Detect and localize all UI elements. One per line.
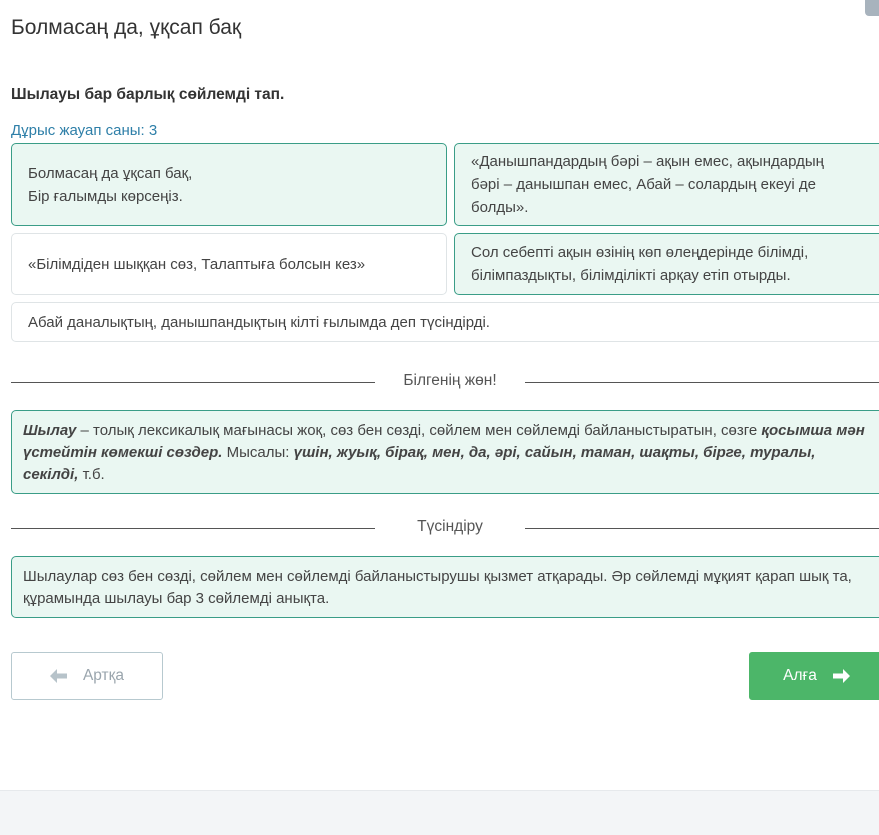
explain-info-box: Шылаулар сөз бен сөзді, сөйлем мен сөйле… — [11, 556, 879, 618]
back-button[interactable]: Артқа — [11, 652, 163, 700]
divider-line — [525, 382, 879, 383]
next-button[interactable]: Алға — [749, 652, 879, 700]
divider-line — [11, 528, 375, 529]
answer-option[interactable]: Сол себепті ақын өзінің көп өлеңдерінде … — [454, 233, 879, 295]
section-heading-know: Білгенің жөн! — [403, 372, 497, 389]
question-prompt: Шылауы бар барлық сөйлемді тап. — [11, 86, 285, 103]
option-text-line: білімпаздықты, білімділікті арқау етіп о… — [471, 267, 791, 284]
definition-text: – толық лексикалық мағынасы жоқ, сөз бен… — [76, 422, 762, 439]
option-text-line: Бір ғалымды көрсеңіз. — [28, 187, 183, 205]
footer-band — [0, 790, 879, 835]
divider-line — [525, 528, 879, 529]
option-text-line: Сол себепті ақын өзінің көп өлеңдерінде … — [471, 244, 809, 261]
etc-text: т.б. — [78, 466, 105, 483]
back-button-label: Артқа — [82, 667, 125, 684]
section-divider-know: Білгенің жөн! — [11, 372, 879, 394]
option-text-line: Болмасаң да ұқсап бақ, — [28, 164, 193, 182]
explain-text: Шылаулар сөз бен сөзді, сөйлем мен сөйле… — [23, 568, 852, 607]
know-info-box: Шылау – толық лексикалық мағынасы жоқ, с… — [11, 410, 879, 494]
section-heading-explain: Түсіндіру — [417, 518, 483, 535]
option-text-line: бәрі – данышпан емес, Абай – солардың ек… — [471, 176, 816, 193]
term-text: Шылау — [23, 422, 77, 439]
option-text-line: Абай даналықтың, данышпандықтың кілті ғы… — [28, 313, 490, 331]
divider-line — [11, 382, 375, 383]
corner-tab[interactable] — [865, 0, 879, 16]
next-button-label: Алға — [783, 667, 817, 684]
option-text-line: «Білімдіден шыққан сөз, Талаптыға болсын… — [28, 255, 366, 273]
answer-option[interactable]: Болмасаң да ұқсап бақ, Бір ғалымды көрсе… — [11, 143, 447, 226]
section-divider-explain: Түсіндіру — [11, 518, 879, 540]
answer-option[interactable]: «Данышпандардың бәрі – ақын емес, ақында… — [454, 143, 879, 226]
option-text-line: болды». — [471, 199, 529, 216]
option-text-line: «Данышпандардың бәрі – ақын емес, ақында… — [471, 153, 824, 170]
answer-option[interactable]: «Білімдіден шыққан сөз, Талаптыға болсын… — [11, 233, 447, 295]
answer-count: Дұрыс жауап саны: 3 — [11, 122, 158, 139]
arrow-left-icon — [49, 669, 67, 683]
examples-intro: Мысалы: — [222, 444, 294, 461]
answer-option[interactable]: Абай даналықтың, данышпандықтың кілті ғы… — [11, 302, 879, 342]
page-title: Болмасаң да, ұқсап бақ — [11, 16, 242, 39]
arrow-right-icon — [832, 669, 850, 683]
